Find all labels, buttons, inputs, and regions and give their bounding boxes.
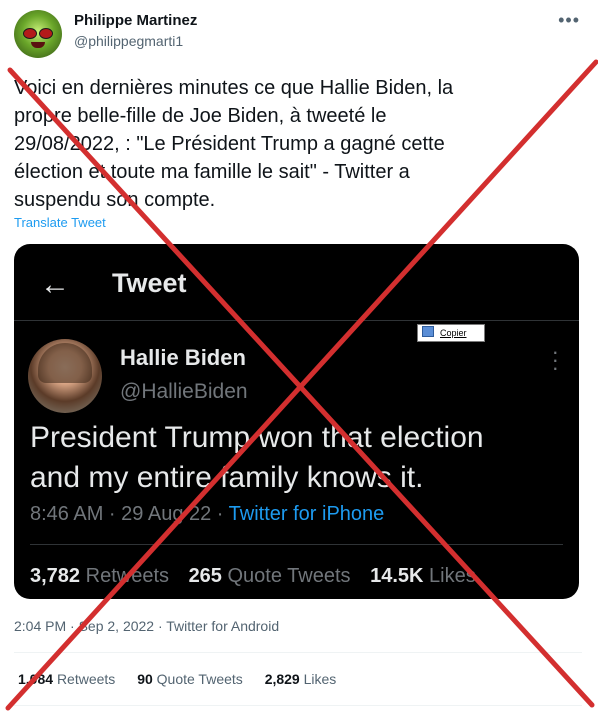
- tweet-text-line: 29/08/2022, : "Le Président Trump a gagn…: [14, 133, 445, 155]
- screenshot-retweets-count: 3,782: [30, 565, 81, 587]
- embedded-screenshot-image[interactable]: ← Tweet Copier Hallie Biden @HallieBiden…: [14, 244, 579, 599]
- author-avatar[interactable]: [14, 10, 62, 58]
- screenshot-stats: 3,782 Retweets 265 Quote Tweets 14.5K Li…: [30, 565, 476, 588]
- screenshot-author-handle: @HallieBiden: [120, 380, 248, 403]
- tweet-text-line: propre belle-fille de Joe Biden, à tweet…: [14, 105, 387, 127]
- screenshot-header-title: Tweet: [112, 268, 187, 298]
- tweet-text: Voici en dernières minutes ce que Hallie…: [14, 74, 574, 214]
- tweet-stats: 1,084 Retweets 90 Quote Tweets 2,829 Lik…: [18, 671, 336, 687]
- tweet-text-line: Voici en dernières minutes ce que Hallie…: [14, 77, 454, 99]
- divider: [14, 705, 582, 706]
- screenshot-meta-source: Twitter for iPhone: [228, 503, 385, 525]
- screenshot-author-avatar: [28, 339, 102, 413]
- copy-popup-label: Copier: [440, 328, 467, 338]
- divider: [30, 544, 563, 545]
- likes-count[interactable]: 2,829: [265, 671, 300, 687]
- more-horizontal-icon[interactable]: •••: [558, 10, 580, 31]
- screenshot-quotes-label: Quote Tweets: [227, 565, 351, 587]
- retweets-count[interactable]: 1,084: [18, 671, 53, 687]
- screenshot-text-line: and my entire family knows it.: [30, 461, 424, 494]
- screenshot-quotes-count: 265: [188, 565, 222, 587]
- tweet-timestamp[interactable]: 2:04 PM · Sep 2, 2022 · Twitter for Andr…: [14, 618, 279, 634]
- likes-label[interactable]: Likes: [304, 671, 337, 687]
- divider: [14, 320, 579, 321]
- tweet-header: Philippe Martinez @philippegmarti1 •••: [14, 8, 584, 58]
- screenshot-likes-label: Likes: [429, 565, 476, 587]
- screenshot-retweets-label: Retweets: [85, 565, 169, 587]
- author-display-name[interactable]: Philippe Martinez: [74, 12, 197, 29]
- quotes-count[interactable]: 90: [137, 671, 153, 687]
- retweets-label[interactable]: Retweets: [57, 671, 115, 687]
- screenshot-meta: 8:46 AM · 29 Aug 22 · Twitter for iPhone: [30, 503, 384, 526]
- screenshot-meta-time: 8:46 AM · 29 Aug 22 ·: [30, 503, 229, 525]
- screenshot-text-line: President Trump won that election: [30, 421, 484, 454]
- copy-icon: [422, 326, 434, 337]
- quotes-label[interactable]: Quote Tweets: [157, 671, 243, 687]
- author-handle[interactable]: @philippegmarti1: [74, 33, 183, 49]
- divider: [14, 652, 582, 653]
- screenshot-tweet-text: President Trump won that election and my…: [30, 418, 570, 498]
- copy-popup: Copier: [417, 324, 485, 342]
- screenshot-author-name: Hallie Biden: [120, 345, 246, 370]
- arrow-left-icon: ←: [40, 268, 70, 301]
- tweet-text-line: suspendu son compte.: [14, 189, 216, 211]
- translate-tweet-link[interactable]: Translate Tweet: [14, 215, 106, 230]
- tweet-text-line: élection et toute ma famille le sait" - …: [14, 161, 410, 183]
- screenshot-likes-count: 14.5K: [370, 565, 424, 587]
- more-vertical-icon: · · ·: [551, 339, 559, 380]
